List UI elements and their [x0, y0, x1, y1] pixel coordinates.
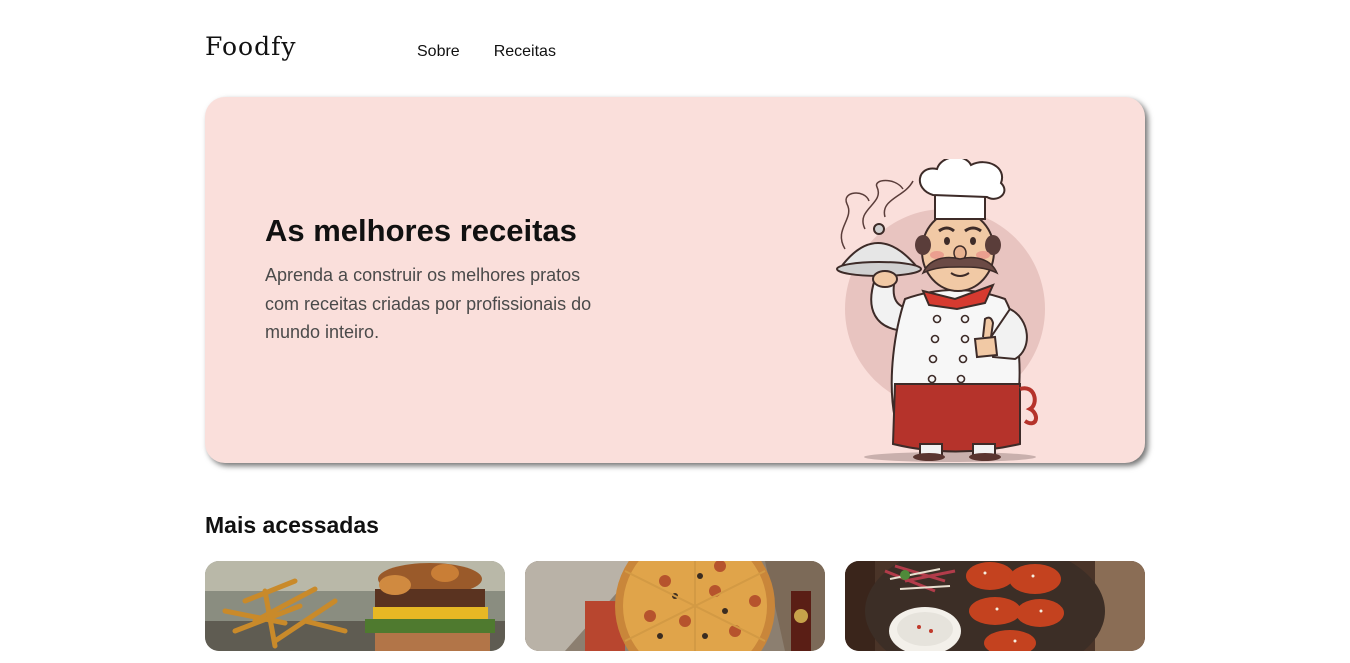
- nav-link-sobre[interactable]: Sobre: [417, 43, 460, 61]
- page: Foodfy Sobre Receitas As melhores receit…: [0, 0, 1350, 663]
- burger-fries-photo: [205, 561, 505, 651]
- hero-banner: As melhores receitas Aprenda a construir…: [205, 97, 1145, 463]
- chicken-wings-photo: [845, 561, 1145, 651]
- main-nav: Sobre Receitas: [417, 43, 556, 61]
- recipe-card-wings[interactable]: [845, 561, 1145, 651]
- section-title: Mais acessadas: [205, 512, 379, 538]
- recipe-card-pizza[interactable]: [525, 561, 825, 651]
- header: Foodfy Sobre Receitas: [205, 26, 1145, 76]
- logo[interactable]: Foodfy: [205, 32, 296, 61]
- pizza-photo: [525, 561, 825, 651]
- nav-link-receitas[interactable]: Receitas: [494, 43, 556, 61]
- hero-description: Aprenda a construir os melhores pratos c…: [265, 265, 592, 342]
- recipe-card-burger[interactable]: [205, 561, 505, 651]
- chef-illustration: [836, 159, 1045, 462]
- recipe-cards: [205, 561, 1145, 651]
- hero-title: As melhores receitas: [265, 213, 577, 248]
